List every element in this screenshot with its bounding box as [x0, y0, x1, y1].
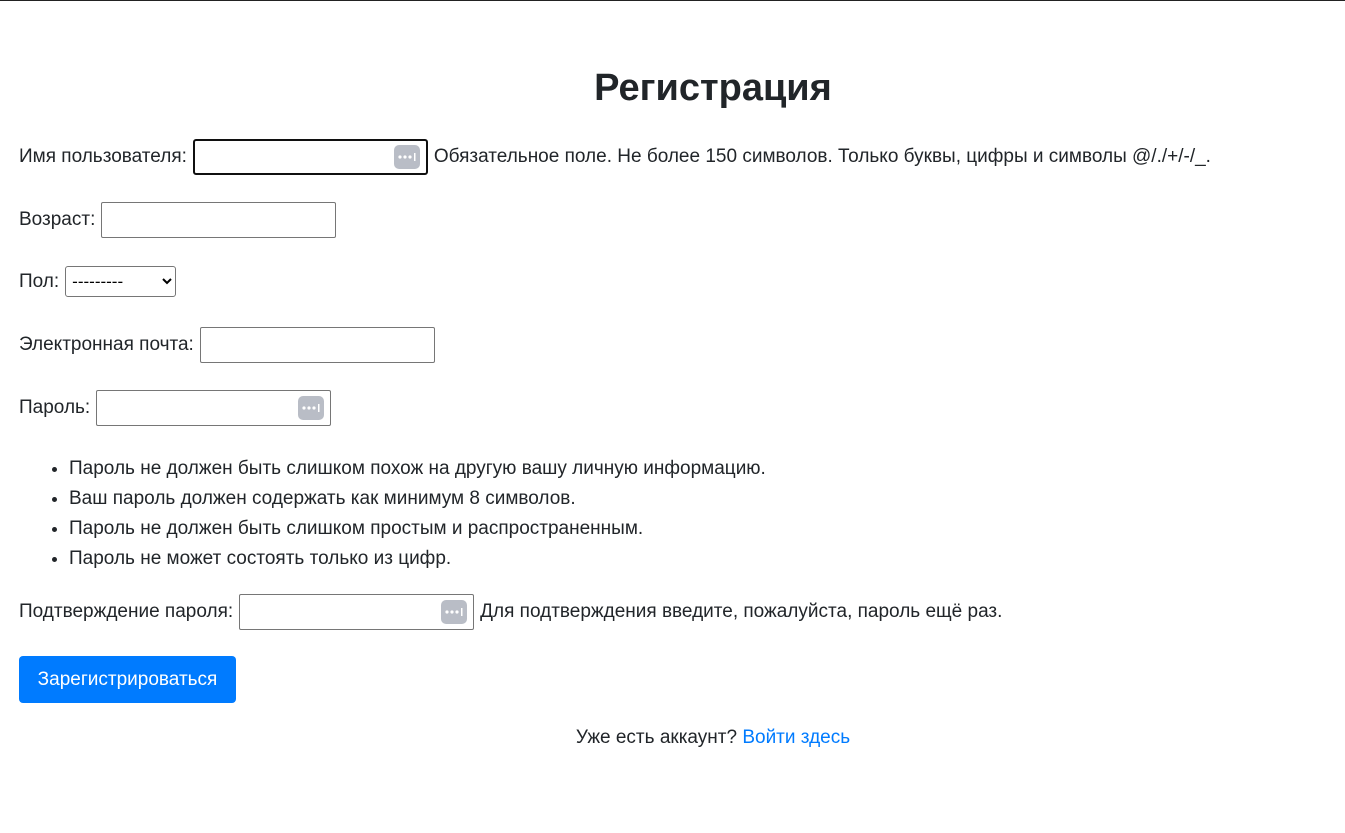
password-manager-icon[interactable]: [393, 145, 420, 169]
login-prompt-text: Уже есть аккаунт?: [575, 727, 738, 748]
login-prompt: Уже есть аккаунт? Войти здесь: [19, 727, 1345, 749]
password-row: Пароль:: [19, 390, 332, 426]
page-title: Регистрация: [594, 67, 832, 109]
password-manager-icon[interactable]: [298, 396, 325, 420]
username-label: Имя пользователя:: [19, 146, 187, 167]
username-row: Имя пользователя: Обязательное поле. Не …: [19, 139, 1211, 175]
password-field[interactable]: [96, 390, 332, 426]
window-top-border: [0, 0, 1345, 1]
password-confirm-field[interactable]: [239, 594, 475, 630]
login-link[interactable]: Войти здесь: [742, 727, 850, 748]
gender-row: Пол: ---------: [19, 266, 177, 297]
age-field[interactable]: [101, 202, 337, 238]
username-field[interactable]: [192, 139, 428, 175]
age-label: Возраст:: [19, 209, 96, 230]
password-label: Пароль:: [19, 397, 91, 418]
age-row: Возраст:: [19, 202, 337, 238]
password-rule: Пароль не должен быть слишком похож на д…: [69, 454, 766, 484]
gender-select[interactable]: ---------: [65, 266, 177, 297]
password-rules-list: Пароль не должен быть слишком похож на д…: [19, 454, 766, 574]
email-row: Электронная почта:: [19, 327, 435, 363]
password-input[interactable]: [97, 391, 331, 425]
password-rule: Пароль не должен быть слишком простым и …: [69, 514, 766, 544]
register-button[interactable]: Зарегистрироваться: [19, 656, 236, 703]
password-rule: Пароль не может состоять только из цифр.: [69, 544, 766, 574]
email-field[interactable]: [199, 327, 435, 363]
password-confirm-row: Подтверждение пароля: Для подтверждения …: [19, 594, 1002, 630]
password-manager-icon[interactable]: [441, 600, 468, 624]
email-input[interactable]: [200, 328, 434, 362]
email-label: Электронная почта:: [19, 334, 194, 355]
password-confirm-label: Подтверждение пароля:: [19, 601, 234, 622]
username-input[interactable]: [194, 141, 426, 173]
password-confirm-input[interactable]: [240, 595, 474, 629]
password-confirm-help-text: Для подтверждения введите, пожалуйста, п…: [480, 601, 1003, 622]
age-input[interactable]: [102, 203, 336, 237]
password-rule: Ваш пароль должен содержать как минимум …: [69, 484, 766, 514]
gender-label: Пол:: [19, 270, 60, 292]
username-help-text: Обязательное поле. Не более 150 символов…: [433, 146, 1211, 167]
